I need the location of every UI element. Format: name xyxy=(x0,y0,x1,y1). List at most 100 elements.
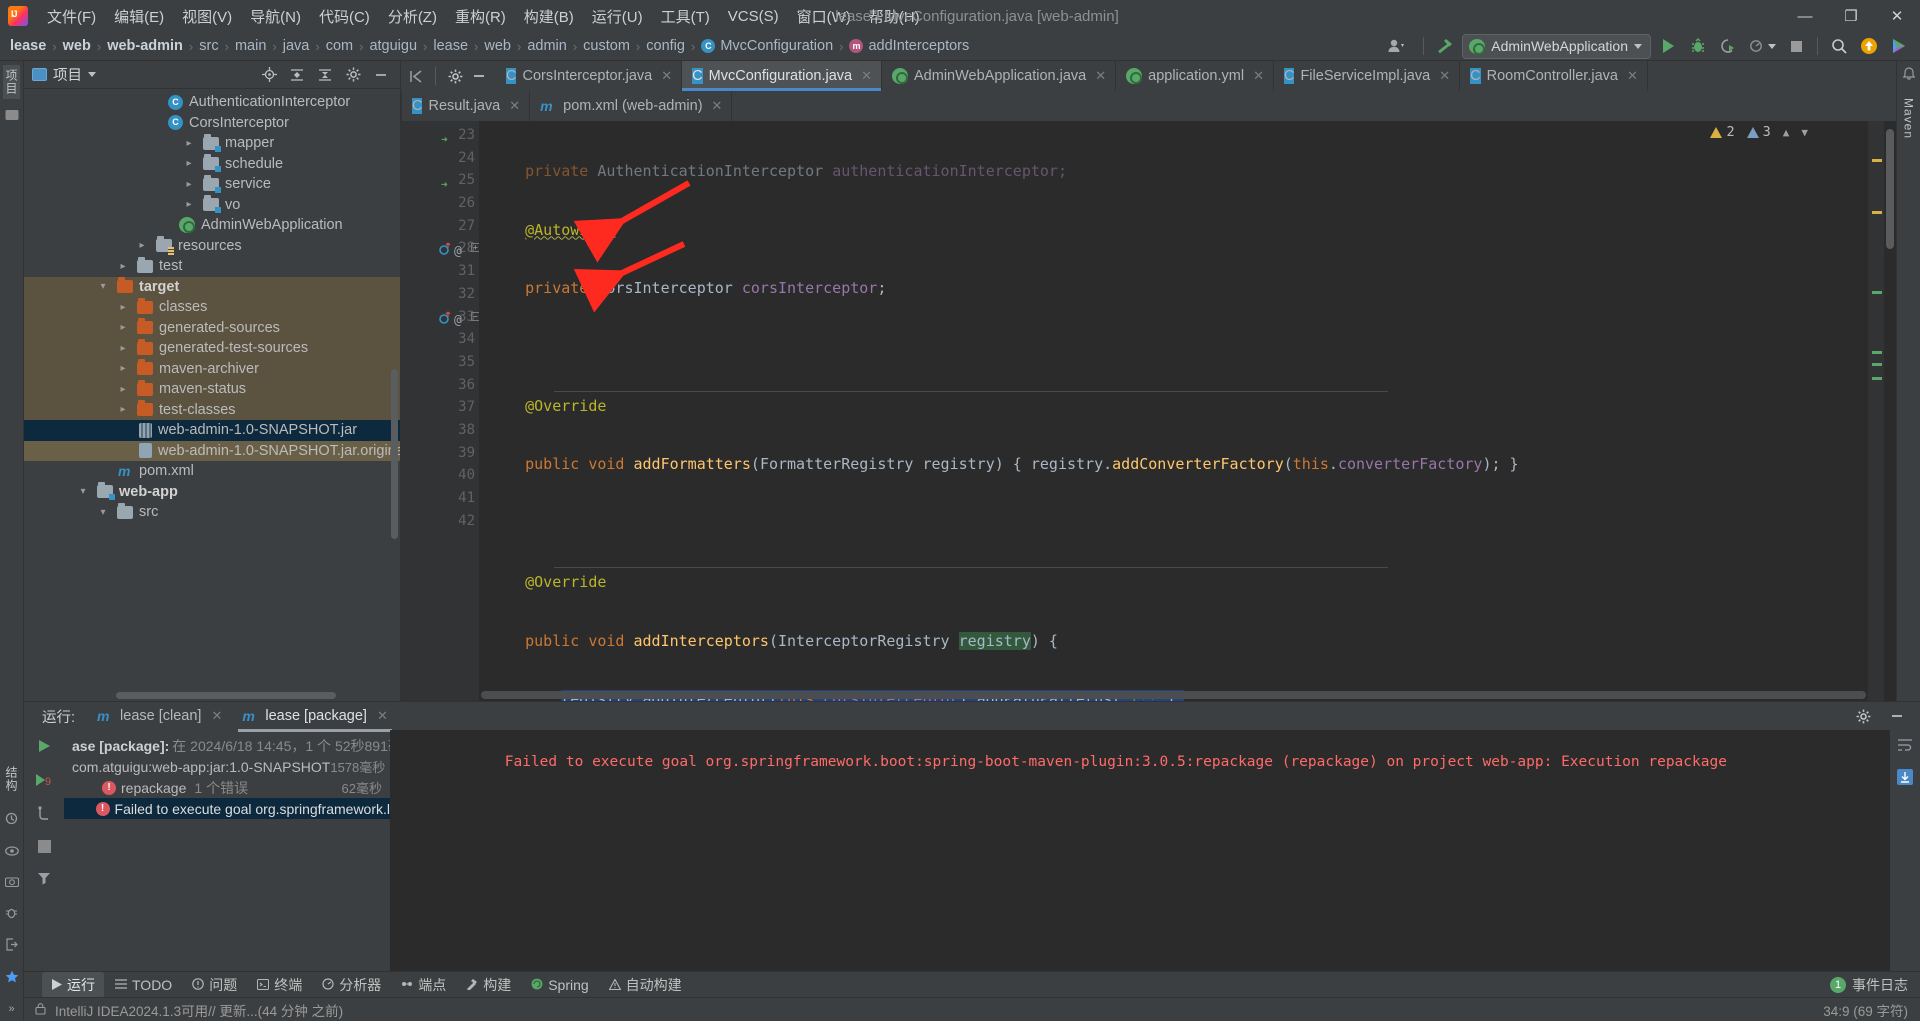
wrap-text-icon[interactable] xyxy=(1897,738,1913,756)
build-tree-root-row[interactable]: ase [package]: 在 2024/6/18 14:45，1 个 52秒… xyxy=(64,735,390,756)
toggle-tasks-icon[interactable] xyxy=(36,806,52,826)
scroll-to-end-icon[interactable] xyxy=(1896,768,1914,790)
stop-icon[interactable] xyxy=(1783,34,1809,58)
toolwindow-terminal[interactable]: 终端 xyxy=(248,972,311,998)
run-coverage-icon[interactable] xyxy=(1715,34,1741,58)
camera-icon[interactable] xyxy=(4,875,19,890)
close-icon[interactable]: ✕ xyxy=(1439,68,1450,84)
breadcrumb-lease[interactable]: lease xyxy=(10,38,46,54)
settings-gear-icon[interactable] xyxy=(446,64,464,88)
menu-analyze[interactable]: 分析(Z) xyxy=(379,3,446,30)
breadcrumb-admin[interactable]: admin xyxy=(527,38,567,54)
close-icon[interactable]: ✕ xyxy=(509,98,520,114)
tree-row-test-classes[interactable]: test-classes xyxy=(24,399,400,420)
chevron-up-icon[interactable]: ▲ xyxy=(1783,126,1790,139)
chevron-right-icon[interactable] xyxy=(116,302,130,313)
notifications-icon[interactable] xyxy=(1902,67,1916,84)
tree-row-generated-sources[interactable]: generated-sources xyxy=(24,317,400,338)
profiler-icon[interactable] xyxy=(1745,34,1779,58)
toolwindow-run[interactable]: 运行 xyxy=(42,971,104,998)
chevron-right-icon[interactable] xyxy=(135,240,149,251)
tree-row-resources[interactable]: resources xyxy=(24,236,400,257)
tree-row-web-admin-jar-original[interactable]: web-admin-1.0-SNAPSHOT.jar.original xyxy=(24,440,400,461)
hide-icon[interactable] xyxy=(368,63,394,87)
build-hammer-icon[interactable] xyxy=(1432,34,1458,58)
close-button[interactable]: ✕ xyxy=(1874,0,1920,32)
tree-row-vo[interactable]: vo xyxy=(24,195,400,216)
chevron-right-icon[interactable] xyxy=(116,363,130,374)
toolwindow-spring[interactable]: Spring xyxy=(522,974,597,996)
tree-row-classes[interactable]: classes xyxy=(24,297,400,318)
breadcrumb-web[interactable]: web xyxy=(63,38,91,54)
event-log-widget[interactable]: 1 事件日志 xyxy=(1830,975,1920,995)
close-icon[interactable]: ✕ xyxy=(1627,68,1638,84)
menu-code[interactable]: 代码(C) xyxy=(310,3,379,30)
breadcrumb-addinterceptors[interactable]: m addInterceptors xyxy=(849,38,969,54)
search-icon[interactable] xyxy=(1826,34,1852,58)
breadcrumb-config[interactable]: config xyxy=(646,38,685,54)
editor-tab-result[interactable]: C Result.java ✕ xyxy=(401,91,531,121)
breadcrumb-main[interactable]: main xyxy=(235,38,266,54)
tree-row-generated-test-sources[interactable]: generated-test-sources xyxy=(24,338,400,359)
tree-row-pom-xml[interactable]: m pom.xml xyxy=(24,461,400,482)
breadcrumb-web2[interactable]: web xyxy=(484,38,511,54)
account-icon[interactable] xyxy=(1379,34,1415,58)
breadcrumb-lease2[interactable]: lease xyxy=(433,38,468,54)
minimize-button[interactable]: — xyxy=(1782,0,1828,32)
menu-tools[interactable]: 工具(T) xyxy=(652,3,719,30)
code-editor[interactable]: 23 ➜ 24 25 ➜ 26 27 28 @ + 31 32 33 @ − 3… xyxy=(401,121,1896,701)
bookmarks-icon[interactable] xyxy=(5,812,18,828)
editor-tab-corsinterceptor[interactable]: C CorsInterceptor.java ✕ xyxy=(496,61,683,91)
run-configuration-selector[interactable]: AdminWebApplication xyxy=(1462,33,1651,59)
close-icon[interactable]: ✕ xyxy=(861,68,872,84)
close-icon[interactable]: ✕ xyxy=(211,708,222,724)
back-arrow-icon[interactable] xyxy=(409,64,425,88)
expand-all-icon[interactable] xyxy=(284,63,310,87)
exit-icon[interactable] xyxy=(5,938,18,954)
breadcrumb-custom[interactable]: custom xyxy=(583,38,630,54)
chevron-down-icon[interactable] xyxy=(96,281,110,292)
project-tree-scrollbar[interactable] xyxy=(391,369,398,539)
tree-row-service[interactable]: service xyxy=(24,174,400,195)
chevron-down-icon[interactable]: ▼ xyxy=(1801,126,1808,139)
project-tree-hscrollbar[interactable] xyxy=(116,692,336,699)
breadcrumb-src[interactable]: src xyxy=(199,38,218,54)
inspection-widget[interactable]: 2 3 ▲ ▼ xyxy=(1710,124,1808,140)
chevron-right-icon[interactable] xyxy=(116,343,130,354)
chevron-down-icon[interactable] xyxy=(76,486,90,497)
tree-row-web-app[interactable]: web-app xyxy=(24,482,400,503)
build-tree[interactable]: ase [package]: 在 2024/6/18 14:45，1 个 52秒… xyxy=(64,730,390,971)
breadcrumb-atguigu[interactable]: atguigu xyxy=(369,38,417,54)
run-tab-lease-package[interactable]: m lease [package] ✕ xyxy=(234,704,395,732)
menu-vcs[interactable]: VCS(S) xyxy=(719,5,788,28)
toolwindow-todo[interactable]: TODO xyxy=(106,974,181,996)
editor-vertical-scrollbar[interactable] xyxy=(1884,121,1896,701)
menu-navigate[interactable]: 导航(N) xyxy=(241,3,310,30)
menu-build[interactable]: 构建(B) xyxy=(515,3,583,30)
chevron-right-icon[interactable] xyxy=(182,138,196,149)
project-tree[interactable]: C AuthenticationInterceptor C CorsInterc… xyxy=(24,89,400,701)
ai-assistant-icon[interactable] xyxy=(1886,34,1912,58)
close-icon[interactable]: ✕ xyxy=(712,98,723,114)
menu-view[interactable]: 视图(V) xyxy=(173,3,241,30)
more-icon[interactable]: » xyxy=(8,1003,14,1015)
build-tree-goal-row[interactable]: ! repackage 1 个错误 62毫秒 xyxy=(64,777,390,798)
locate-icon[interactable] xyxy=(256,63,282,87)
editor-horizontal-scrollbar[interactable] xyxy=(481,691,1866,699)
toolwindow-autobuild[interactable]: 自动构建 xyxy=(600,972,691,998)
filter-icon[interactable] xyxy=(37,871,51,889)
rail-maven-button[interactable]: Maven xyxy=(1902,94,1916,143)
menu-edit[interactable]: 编辑(E) xyxy=(105,3,173,30)
editor-gutter[interactable]: 23 ➜ 24 25 ➜ 26 27 28 @ + 31 32 33 @ − 3… xyxy=(401,121,480,701)
status-message[interactable]: IntelliJ IDEA2024.1.3可用// 更新...(44 分钟 之前… xyxy=(55,1000,343,1020)
chevron-down-icon[interactable] xyxy=(96,507,110,518)
settings-gear-icon[interactable] xyxy=(340,63,366,87)
editor-tab-fileserviceimpl[interactable]: C FileServiceImpl.java ✕ xyxy=(1274,61,1461,91)
tree-row-mapper[interactable]: mapper xyxy=(24,133,400,154)
settings-gear-icon[interactable] xyxy=(1850,704,1876,728)
chevron-down-icon[interactable] xyxy=(88,72,96,77)
build-tree-module-row[interactable]: com.atguigu:web-app:jar:1.0-SNAPSHOT 157… xyxy=(64,756,390,777)
toolwindow-endpoints[interactable]: 端点 xyxy=(392,972,455,998)
toolwindow-profiler[interactable]: 分析器 xyxy=(313,972,390,998)
chevron-right-icon[interactable] xyxy=(116,261,130,272)
